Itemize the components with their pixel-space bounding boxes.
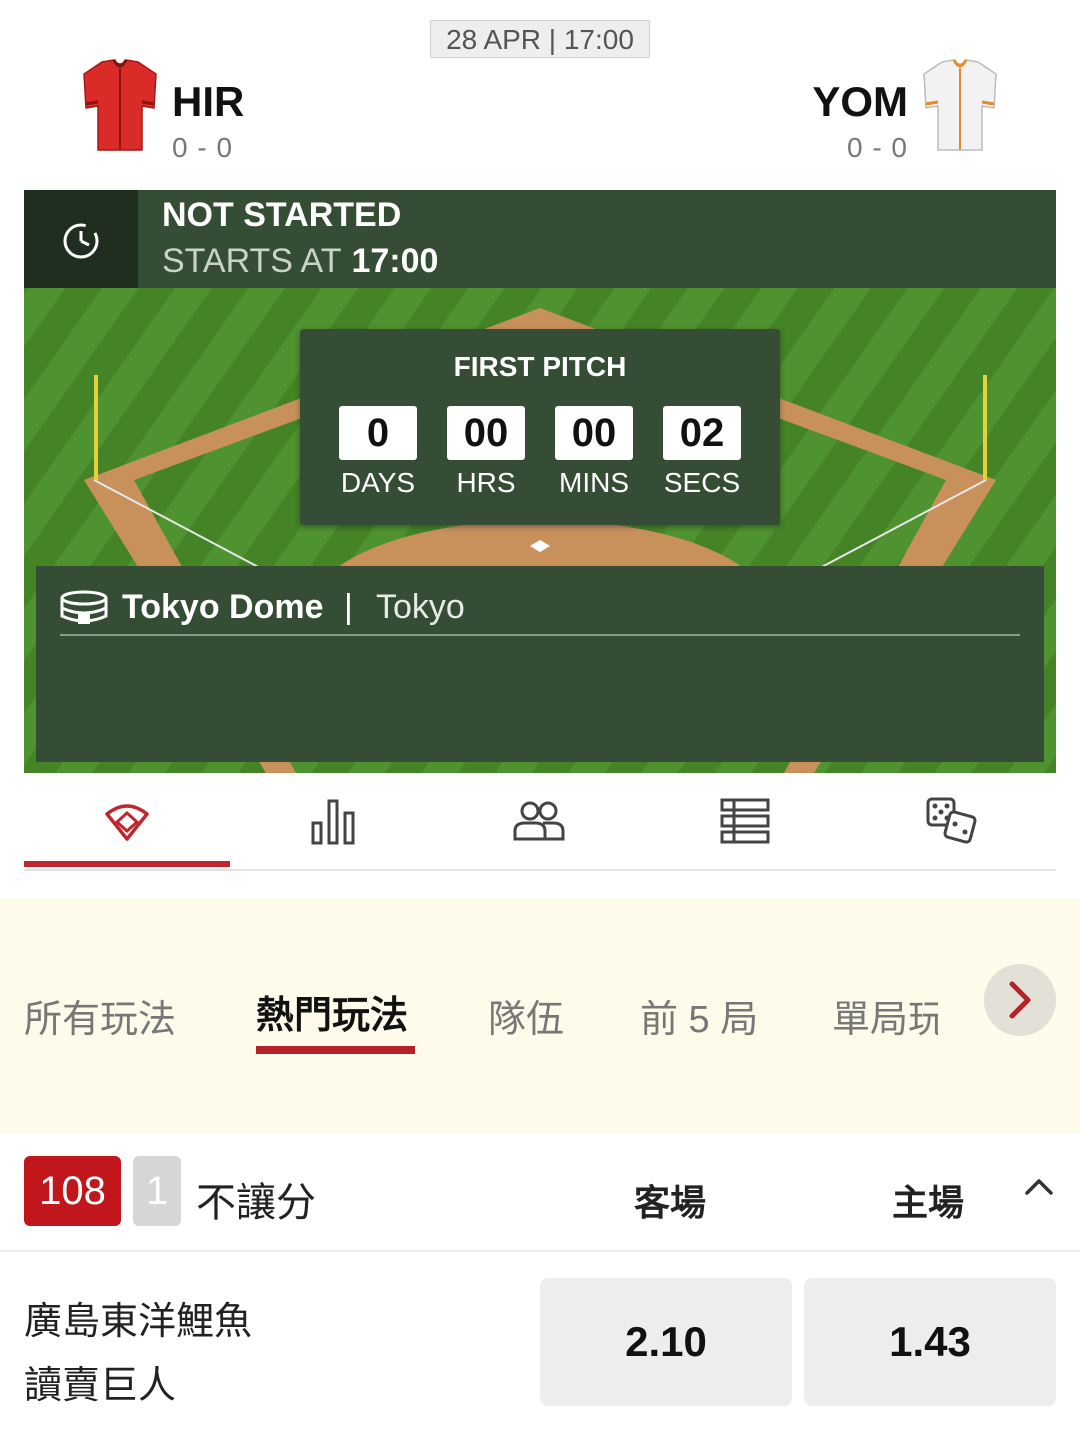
market-tab-first-5-innings[interactable]: 前 5 局 — [640, 988, 758, 1043]
market-header[interactable]: 108 1 不讓分 客場 主場 — [0, 1134, 1080, 1252]
chevron-right-icon — [1009, 981, 1031, 1019]
countdown-hours-value: 00 — [447, 406, 525, 460]
dice-icon — [926, 797, 977, 844]
countdown-minutes-label: MINS — [559, 467, 629, 498]
market-tab-single-inning[interactable]: 單局玩 — [832, 988, 938, 1043]
away-jersey-icon — [80, 58, 160, 154]
market-tab-all[interactable]: 所有玩法 — [24, 988, 176, 1043]
match-status-title: NOT STARTED — [162, 196, 402, 234]
tab-scoreboard[interactable] — [642, 773, 848, 869]
away-column-header: 客場 — [634, 1182, 707, 1223]
market-count-badge: 108 — [24, 1156, 121, 1226]
home-team-full-name: 讀賣巨人 — [24, 1365, 177, 1407]
countdown-days-label: DAYS — [340, 467, 416, 498]
starts-at-label: STARTS AT — [162, 242, 342, 280]
bar-chart-icon — [311, 799, 355, 845]
icon-tab-active-indicator — [24, 861, 230, 867]
countdown-days-value: 0 — [339, 406, 417, 460]
players-icon — [513, 801, 565, 841]
chevron-up-icon — [1025, 1179, 1053, 1195]
list-icon — [720, 798, 770, 844]
start-time: 17:00 — [351, 242, 439, 280]
countdown-minutes-value: 00 — [555, 406, 633, 460]
away-odds-button[interactable]: 2.10 — [540, 1278, 792, 1406]
clock-icon — [24, 190, 138, 288]
odds-row: 廣島東洋鯉魚 讀賣巨人 2.10 1.43 — [0, 1252, 1080, 1437]
countdown-seconds-value: 02 — [663, 406, 741, 460]
home-odds-button[interactable]: 1.43 — [804, 1278, 1056, 1406]
collapse-market-button[interactable] — [1024, 1176, 1054, 1201]
market-tab-teams[interactable]: 隊伍 — [488, 988, 564, 1043]
tab-field[interactable] — [24, 773, 230, 869]
first-pitch-countdown: FIRST PITCH 0 00 00 02 DAYS HRS MINS SEC… — [300, 329, 780, 525]
venue-name: Tokyo Dome — [122, 588, 324, 626]
venue-city: Tokyo — [376, 588, 465, 626]
away-team-full-name: 廣島東洋鯉魚 — [24, 1301, 253, 1343]
market-title: 不讓分 — [196, 1181, 316, 1225]
match-datetime: 28 APR | 17:00 — [430, 20, 650, 58]
tab-lineups[interactable] — [436, 773, 642, 869]
tab-stats[interactable] — [230, 773, 436, 869]
away-team-code: HIR — [172, 78, 245, 125]
venue-separator: | — [344, 588, 353, 626]
market-tab-active-indicator — [256, 1046, 415, 1054]
match-icon-tabs — [24, 773, 1056, 871]
venue-divider — [60, 634, 1020, 636]
market-category-tabs: 所有玩法 熱門玩法 隊伍 前 5 局 單局玩 — [0, 898, 1080, 1134]
stadium-icon — [60, 590, 108, 626]
market-tab-popular[interactable]: 熱門玩法 — [256, 984, 408, 1039]
home-team-code: YOM — [812, 78, 908, 125]
home-column-header: 主場 — [892, 1182, 965, 1223]
baseball-field-icon — [105, 804, 149, 841]
home-jersey-icon — [920, 58, 1000, 154]
countdown-seconds-label: SECS — [663, 467, 741, 498]
match-status-bar: NOT STARTED STARTS AT 17:00 — [24, 190, 1056, 288]
home-team-score: 0 - 0 — [846, 132, 908, 163]
scroll-tabs-right-button[interactable] — [984, 964, 1056, 1036]
match-start-info: STARTS AT 17:00 — [162, 242, 438, 281]
countdown-hours-label: HRS — [456, 467, 516, 498]
market-secondary-badge: 1 — [133, 1156, 181, 1226]
venue-panel: Tokyo Dome | Tokyo — [36, 566, 1044, 762]
tab-odds[interactable] — [848, 773, 1054, 869]
countdown-title: FIRST PITCH — [453, 351, 627, 382]
match-field-panel: NOT STARTED STARTS AT 17:00 FIRST PITCH 0… — [24, 190, 1056, 773]
away-team-score: 0 - 0 — [172, 132, 234, 163]
